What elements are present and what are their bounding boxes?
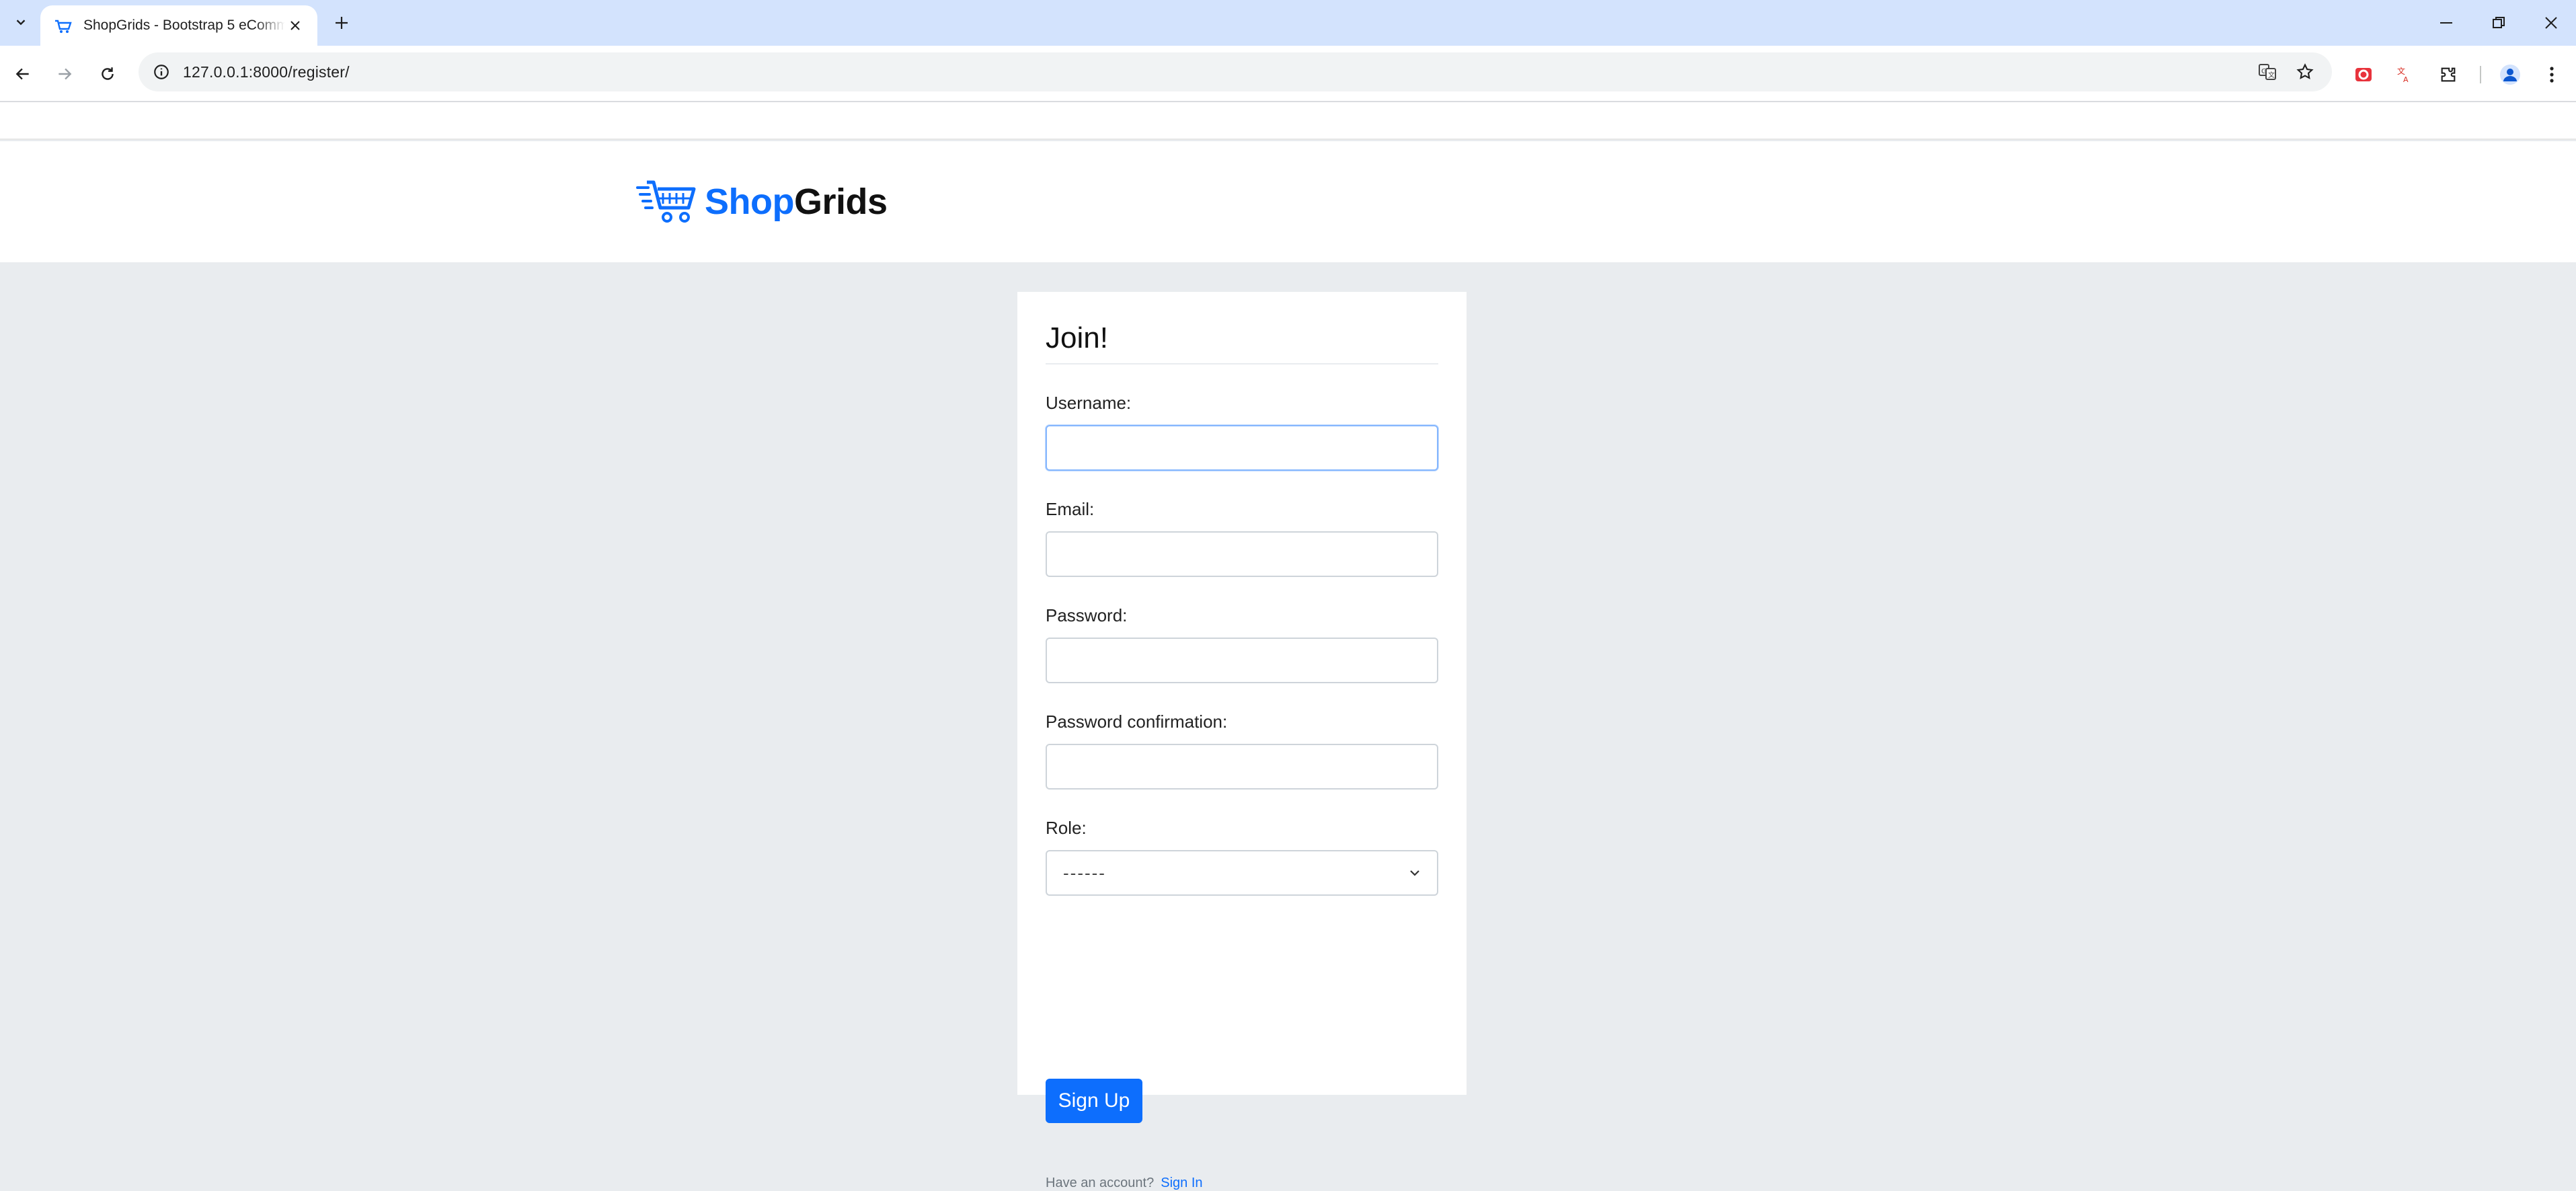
password-label: Password: <box>1046 605 1128 625</box>
forward-arrow-icon[interactable] <box>48 58 81 90</box>
minimize-icon[interactable] <box>2426 7 2466 39</box>
card-footer: Have an account? Sign In <box>1046 1176 1203 1191</box>
site-info-icon[interactable] <box>151 61 172 83</box>
tab-strip: ShopGrids - Bootstrap 5 eCommerce HTML T… <box>0 0 2576 46</box>
register-card: Join! Username: Email: Password: Passwor… <box>1017 292 1467 1190</box>
restore-icon[interactable] <box>2479 7 2519 39</box>
page: ShopGrids Join! Username: Email: Passwor… <box>0 102 2576 1190</box>
form-title: Join! <box>1046 321 1108 354</box>
tab-list-icon[interactable] <box>7 8 35 36</box>
logo-text: ShopGrids <box>705 181 888 223</box>
svg-text:文: 文 <box>2397 66 2405 76</box>
svg-text:G: G <box>2261 68 2267 75</box>
toolbar-divider <box>2480 66 2481 83</box>
profile-icon[interactable] <box>2496 61 2524 89</box>
menu-icon[interactable] <box>2538 61 2566 89</box>
extension-icon[interactable] <box>2349 61 2378 89</box>
url-text: 127.0.0.1:8000/register/ <box>183 63 350 81</box>
cart-logo-icon <box>636 180 696 223</box>
sign-up-button[interactable]: Sign Up <box>1046 1079 1142 1123</box>
back-arrow-icon[interactable] <box>7 58 39 90</box>
svg-text:A: A <box>2403 75 2409 84</box>
password-confirmation-input[interactable] <box>1046 744 1438 790</box>
svg-text:文: 文 <box>2268 71 2275 79</box>
close-window-icon[interactable] <box>2531 7 2571 39</box>
password-confirmation-label: Password confirmation: <box>1046 712 1228 732</box>
tab-title: ShopGrids - Bootstrap 5 eCommerce HTML T… <box>83 17 285 33</box>
sign-in-link[interactable]: Sign In <box>1161 1176 1202 1190</box>
close-icon[interactable] <box>285 15 305 36</box>
address-bar[interactable]: 127.0.0.1:8000/register/ G文 <box>139 52 2332 91</box>
role-label: Role: <box>1046 818 1087 838</box>
topbar <box>0 102 2576 140</box>
role-select[interactable]: ------ <box>1046 850 1438 896</box>
browser-tab[interactable]: ShopGrids - Bootstrap 5 eCommerce HTML T… <box>40 5 317 46</box>
translate-icon[interactable]: G文 <box>2254 59 2281 85</box>
chevron-down-icon <box>1410 870 1419 876</box>
reload-icon[interactable] <box>91 58 124 90</box>
password-input[interactable] <box>1046 638 1438 683</box>
browser-toolbar: 127.0.0.1:8000/register/ G文 文A <box>0 46 2576 102</box>
extension-icon[interactable]: 文A <box>2391 61 2419 89</box>
username-label: Username: <box>1046 393 1132 413</box>
email-label: Email: <box>1046 499 1095 519</box>
logo-grids-text: Grids <box>793 182 888 222</box>
shopgrids-favicon <box>52 15 73 36</box>
username-input[interactable] <box>1046 425 1438 471</box>
plus-icon[interactable] <box>328 9 355 36</box>
email-input[interactable] <box>1046 531 1438 577</box>
title-divider <box>1046 363 1438 364</box>
star-icon[interactable] <box>2292 59 2318 85</box>
have-account-text: Have an account? <box>1046 1176 1155 1190</box>
logo-shop-text: Shop <box>705 182 794 222</box>
puzzle-icon[interactable] <box>2434 61 2462 89</box>
site-header: ShopGrids <box>0 141 2576 262</box>
site-logo[interactable]: ShopGrids <box>636 175 888 229</box>
role-selected-value: ------ <box>1063 862 1106 883</box>
card-footer-divider <box>1017 1151 1467 1153</box>
